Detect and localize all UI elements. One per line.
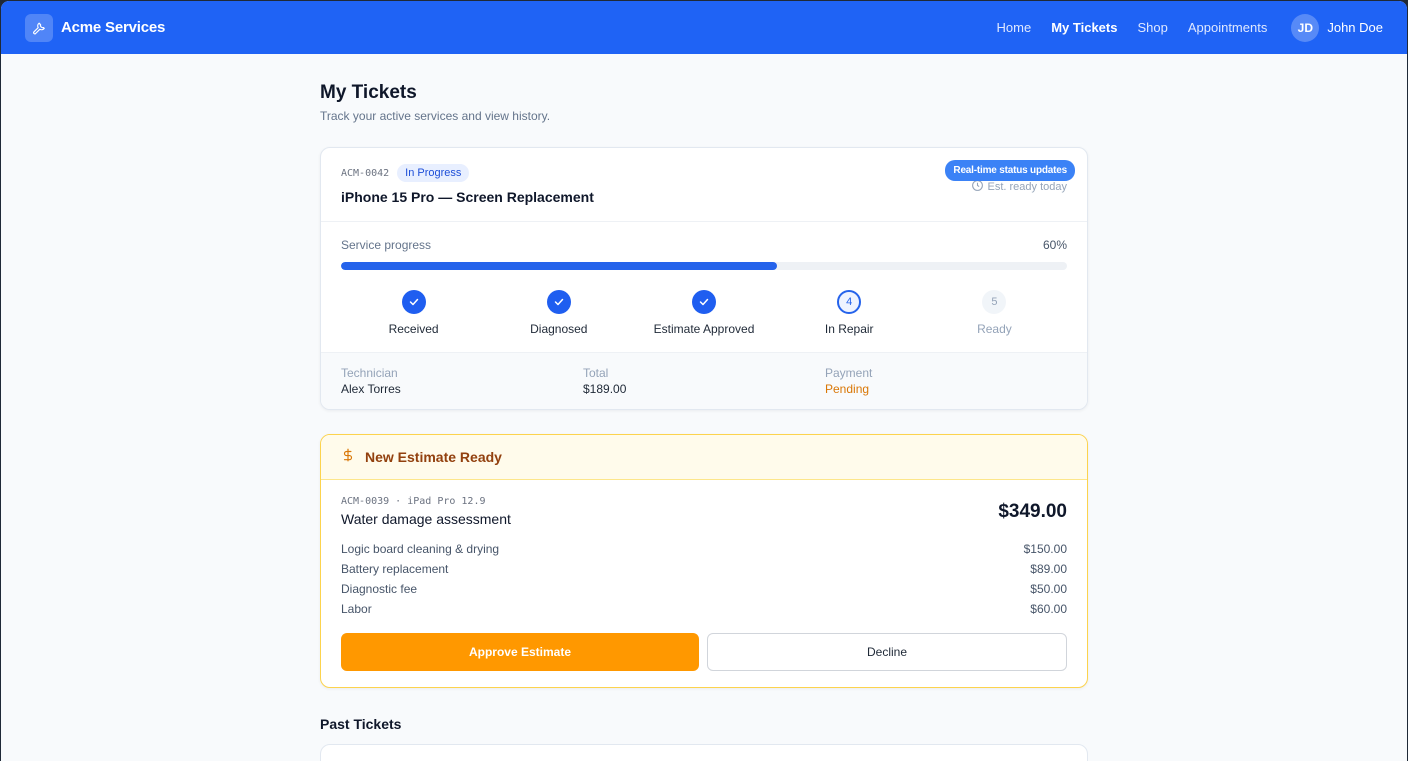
brand[interactable]: Acme Services bbox=[25, 13, 166, 42]
active-ticket-card[interactable]: ACM-0042 In Progress iPhone 15 Pro — Scr… bbox=[320, 147, 1088, 410]
wrench-icon bbox=[25, 13, 53, 42]
step-received: Received bbox=[341, 290, 486, 336]
estimate-meta: ACM-0039 · iPad Pro 12.9 bbox=[341, 496, 486, 507]
line-item-amount: $50.00 bbox=[1030, 582, 1067, 596]
line-item-label: Logic board cleaning & drying bbox=[341, 542, 500, 556]
main-nav: Home My Tickets Shop Appointments JD Joh… bbox=[977, 13, 1383, 42]
page-subtitle: Track your active services and view hist… bbox=[320, 109, 551, 123]
line-item-amount: $89.00 bbox=[1030, 562, 1067, 576]
ticket-header: ACM-0042 In Progress iPhone 15 Pro — Scr… bbox=[321, 148, 1087, 222]
payment-status: Pending bbox=[825, 382, 870, 396]
status-badge: In Progress bbox=[397, 164, 470, 182]
step-label: Diagnosed bbox=[530, 322, 588, 336]
avatar: JD bbox=[1291, 13, 1320, 42]
dollar-icon bbox=[341, 447, 355, 468]
realtime-tooltip: Real-time status updates bbox=[945, 160, 1075, 181]
ticket-details: Technician Alex Torres Total $189.00 Pay… bbox=[321, 352, 1087, 409]
line-item-amount: $60.00 bbox=[1030, 602, 1067, 616]
past-tickets-title: Past Tickets bbox=[320, 716, 402, 732]
approve-estimate-button[interactable]: Approve Estimate bbox=[341, 633, 699, 671]
estimate-body: ACM-0039 · iPad Pro 12.9 Water damage as… bbox=[321, 480, 1087, 687]
nav-my-tickets[interactable]: My Tickets bbox=[1051, 20, 1117, 35]
estimate-header: New Estimate Ready bbox=[321, 435, 1087, 480]
step-label: Received bbox=[388, 322, 439, 336]
ticket-title: iPhone 15 Pro — Screen Replacement bbox=[341, 189, 594, 205]
eta: Est. ready today bbox=[971, 179, 1068, 195]
nav-shop[interactable]: Shop bbox=[1137, 20, 1167, 35]
eta-text: Est. ready today bbox=[987, 181, 1068, 193]
payment-label: Payment bbox=[825, 366, 873, 380]
estimate-card: New Estimate Ready ACM-0039 · iPad Pro 1… bbox=[320, 434, 1088, 688]
line-item-label: Battery replacement bbox=[341, 562, 449, 576]
technician: Technician Alex Torres bbox=[341, 366, 583, 396]
step-number: 4 bbox=[837, 290, 862, 314]
past-tickets-list bbox=[320, 744, 1088, 761]
technician-label: Technician bbox=[341, 366, 398, 380]
service-progress: Service progress 60% Received Diagnosed … bbox=[321, 222, 1087, 352]
estimate-actions: Approve Estimate Decline bbox=[341, 633, 1067, 671]
check-icon bbox=[401, 290, 426, 314]
step-diagnosed: Diagnosed bbox=[486, 290, 631, 336]
list-item: Logic board cleaning & drying $150.00 bbox=[341, 539, 1067, 559]
progress-bar-fill bbox=[341, 262, 777, 270]
brand-name: Acme Services bbox=[61, 19, 166, 36]
estimate-title: New Estimate Ready bbox=[365, 449, 502, 465]
app-window: Acme Services Home My Tickets Shop Appoi… bbox=[1, 1, 1407, 761]
step-in-repair: 4 In Repair bbox=[777, 290, 922, 336]
list-item: Labor $60.00 bbox=[341, 599, 1067, 619]
progress-steps: Received Diagnosed Estimate Approved 4 I… bbox=[341, 290, 1067, 336]
top-navbar: Acme Services Home My Tickets Shop Appoi… bbox=[1, 1, 1407, 54]
list-item: Diagnostic fee $50.00 bbox=[341, 579, 1067, 599]
estimate-total: $349.00 bbox=[998, 501, 1067, 522]
ticket-id: ACM-0042 bbox=[341, 167, 390, 179]
list-item: Battery replacement $89.00 bbox=[341, 559, 1067, 579]
total: Total $189.00 bbox=[583, 366, 825, 396]
step-label: Estimate Approved bbox=[653, 322, 755, 336]
main-content: My Tickets Track your active services an… bbox=[320, 54, 1088, 761]
step-estimate-approved: Estimate Approved bbox=[631, 290, 776, 336]
step-label: Ready bbox=[977, 322, 1012, 336]
user-menu[interactable]: JD John Doe bbox=[1291, 13, 1383, 42]
page-title: My Tickets bbox=[320, 82, 417, 103]
user-name: John Doe bbox=[1327, 20, 1383, 35]
total-value: $189.00 bbox=[583, 382, 627, 396]
total-label: Total bbox=[583, 366, 609, 380]
line-item-amount: $150.00 bbox=[1023, 542, 1067, 556]
line-item-label: Diagnostic fee bbox=[341, 582, 418, 596]
line-item-label: Labor bbox=[341, 602, 372, 616]
step-ready: 5 Ready bbox=[922, 290, 1067, 336]
technician-value: Alex Torres bbox=[341, 382, 401, 396]
progress-percent: 60% bbox=[1042, 238, 1067, 252]
step-number: 5 bbox=[982, 290, 1007, 314]
estimate-description: Water damage assessment bbox=[341, 511, 511, 527]
payment: Payment Pending bbox=[825, 366, 1067, 396]
progress-bar bbox=[341, 262, 1067, 270]
check-icon bbox=[546, 290, 571, 314]
progress-label: Service progress bbox=[341, 238, 432, 252]
line-items: Logic board cleaning & drying $150.00 Ba… bbox=[341, 539, 1067, 619]
check-icon bbox=[692, 290, 716, 314]
nav-appointments[interactable]: Appointments bbox=[1188, 20, 1268, 35]
decline-button[interactable]: Decline bbox=[707, 633, 1067, 671]
step-label: In Repair bbox=[824, 322, 874, 336]
nav-home[interactable]: Home bbox=[997, 20, 1032, 35]
clock-icon bbox=[971, 179, 984, 195]
